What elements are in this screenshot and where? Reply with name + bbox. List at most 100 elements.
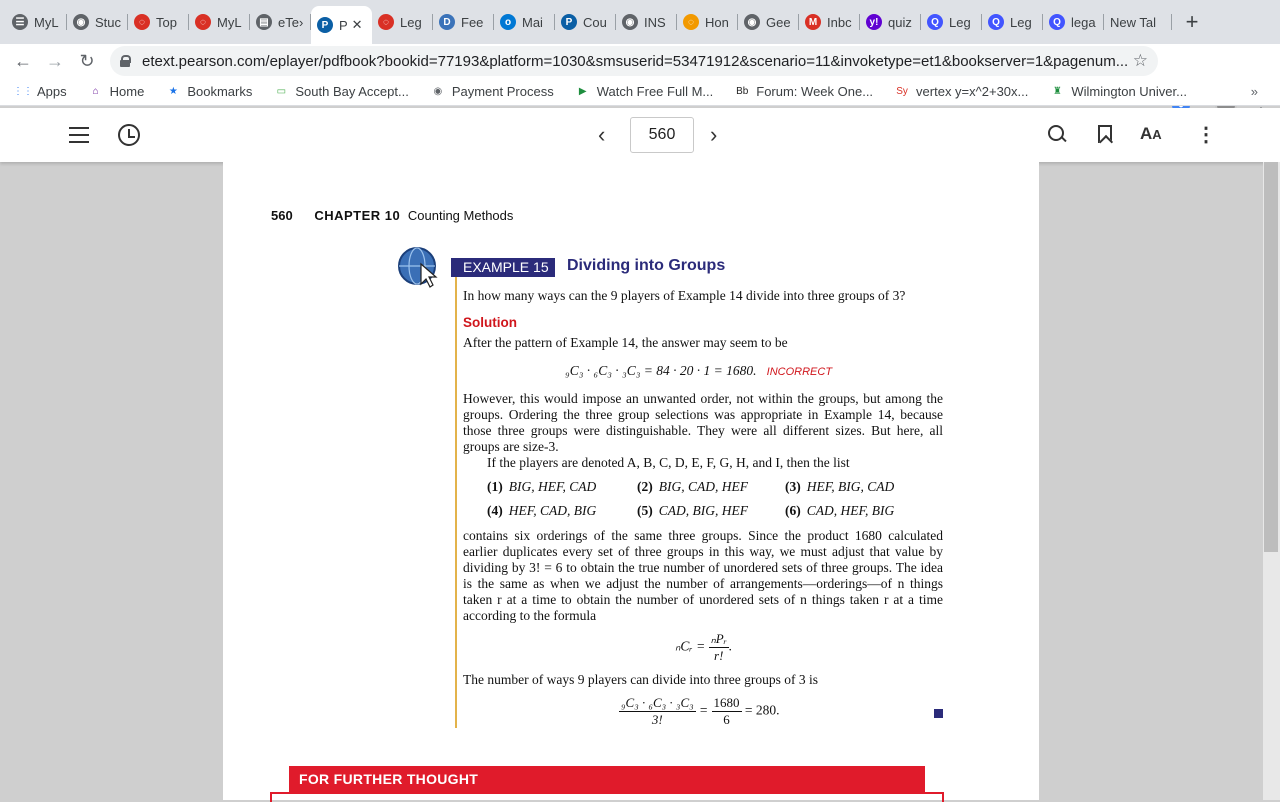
bookmark-item[interactable]: ▶ Watch Free Full M...	[576, 84, 713, 99]
bookmark-item[interactable]: ▭ South Bay Accept...	[274, 84, 409, 99]
final-fraction-right: 1680 6	[711, 695, 742, 728]
tab-title: eTe›	[278, 14, 304, 30]
gmail-icon: M	[805, 14, 821, 30]
paragraph-unwanted-order: However, this would impose an unwanted o…	[463, 391, 943, 454]
history-icon[interactable]	[118, 124, 140, 146]
ordering-item: (4) HEF, CAD, BIG	[487, 503, 596, 519]
browser-tab[interactable]: ◉ Gee	[738, 5, 799, 39]
globe-icon: ◉	[433, 86, 443, 97]
q-icon: Q	[988, 14, 1004, 30]
tab-title: Hon	[705, 14, 729, 30]
pearson-icon: P	[317, 17, 333, 33]
equation-incorrect: ₉C₃ · ₆C₃ · ₃C₃ = 84 · 20 · 1 = 1680. IN…	[565, 363, 832, 380]
address-bar[interactable]: etext.pearson.com/eplayer/pdfbook?bookid…	[110, 46, 1158, 76]
new-tab-button[interactable]: +	[1178, 8, 1206, 36]
ordering-text: HEF, CAD, BIG	[508, 503, 597, 518]
ordering-number: (2)	[637, 479, 653, 494]
further-thought-box	[270, 792, 944, 802]
ring-icon: ◌	[683, 14, 699, 30]
play-icon: ▶	[578, 86, 587, 97]
browser-tab[interactable]: M Inbc	[799, 5, 860, 39]
browser-tab[interactable]: o Mai	[494, 5, 555, 39]
ordering-text: BIG, CAD, HEF	[658, 479, 748, 494]
browser-tab[interactable]: Qlega	[1043, 5, 1104, 39]
browser-tab[interactable]: P P ✕	[311, 6, 372, 44]
navigation-bar: ← → ↻ etext.pearson.com/eplayer/pdfbook?…	[0, 44, 1280, 116]
browser-tab[interactable]: ◌ Top	[128, 5, 189, 39]
combination-formula: ₙCᵣ = ₙPᵣ r! .	[675, 631, 732, 664]
bookmark-icon[interactable]	[1098, 125, 1112, 143]
previous-page-button[interactable]: ‹	[598, 122, 605, 148]
tab-strip: ☰ MyL ◉ Stuc ◌ Top ◌ MyL ▤ eTe› P P ✕ ◌ Leg D Fee o Mai P Co…	[0, 0, 1280, 44]
page-number-input[interactable]: 560	[630, 117, 694, 153]
home-icon: ⌂	[92, 86, 99, 97]
question-text: In how many ways can the 9 players of Ex…	[463, 288, 906, 303]
bookmark-item[interactable]: ♜ Wilmington Univer...	[1050, 84, 1187, 99]
bookmark-label: vertex y=x^2+30x...	[916, 84, 1029, 99]
browser-tab[interactable]: y! quiz	[860, 5, 921, 39]
browser-tab[interactable]: P Cou	[555, 5, 616, 39]
hamburger-menu-icon[interactable]	[69, 127, 89, 143]
browser-tab[interactable]: Q Leg	[921, 5, 982, 39]
reload-icon[interactable]: ↻	[72, 46, 102, 76]
bookmark-star-icon[interactable]: ☆	[1133, 51, 1148, 71]
search-icon[interactable]	[1048, 125, 1066, 143]
final-result: = 280.	[744, 702, 780, 718]
bookmark-item[interactable]: ⋮⋮ Apps	[13, 84, 67, 99]
ordering-item: (2) BIG, CAD, HEF	[637, 479, 748, 495]
url-text[interactable]: etext.pearson.com/eplayer/pdfbook?bookid…	[142, 53, 1132, 70]
browser-tab[interactable]: ☰ MyL	[6, 5, 67, 39]
browser-tab[interactable]: ▤ eTe›	[250, 5, 311, 39]
browser-tab[interactable]: ◉ INS	[616, 5, 677, 39]
ordering-number: (6)	[785, 503, 801, 518]
tab-title: Gee	[766, 14, 791, 30]
browser-tab[interactable]: New Tal	[1104, 5, 1172, 39]
bookmark-item[interactable]: Sy vertex y=x^2+30x...	[895, 84, 1028, 99]
tab-close-icon[interactable]: ✕	[352, 17, 363, 33]
bookmarks-overflow-button[interactable]: »	[1251, 84, 1258, 99]
more-options-icon[interactable]: ⋮	[1196, 122, 1216, 147]
yahoo-icon: y!	[866, 14, 882, 30]
final-denominator-right: 6	[723, 712, 730, 727]
bookmark-item[interactable]: ◉ Payment Process	[431, 84, 553, 99]
bookmark-label: South Bay Accept...	[295, 84, 409, 99]
final-denominator-left: 3!	[651, 712, 663, 727]
scrollbar-thumb[interactable]	[1264, 162, 1278, 552]
ordering-number: (3)	[785, 479, 801, 494]
paragraph-players: If the players are denoted A, B, C, D, E…	[487, 455, 850, 470]
paragraph-orderings: contains six orderings of the same three…	[463, 528, 943, 623]
tab-title: P	[339, 17, 348, 33]
bookmark-item[interactable]: ★ Bookmarks	[166, 84, 253, 99]
browser-tab[interactable]: D Fee	[433, 5, 494, 39]
q-icon: Q	[927, 14, 943, 30]
page-number-label: 560	[271, 208, 293, 223]
example-label: EXAMPLE 15	[451, 258, 555, 277]
book-page: 560 CHAPTER 10 Counting Methods EXAMPLE …	[223, 162, 1039, 802]
browser-tab[interactable]: ◌ Hon	[677, 5, 738, 39]
forward-icon[interactable]: →	[40, 46, 70, 76]
back-icon[interactable]: ←	[8, 46, 38, 76]
browser-tab[interactable]: ◉ Stuc	[67, 5, 128, 39]
tab-title: Inbc	[827, 14, 852, 30]
further-thought-header: FOR FURTHER THOUGHT	[289, 766, 925, 792]
solution-intro: After the pattern of Example 14, the ans…	[463, 335, 788, 350]
ordering-item: (3) HEF, BIG, CAD	[785, 479, 894, 495]
tab-title: Leg	[1010, 14, 1032, 30]
apps-icon: ⋮⋮	[13, 86, 33, 97]
ordering-text: HEF, BIG, CAD	[806, 479, 895, 494]
outlook-icon: o	[500, 14, 516, 30]
incorrect-label: INCORRECT	[766, 366, 833, 378]
browser-tab[interactable]: ◌ MyL	[189, 5, 250, 39]
bookmark-item[interactable]: ⌂ Home	[89, 84, 145, 99]
font-size-icon[interactable]: AA	[1140, 124, 1162, 144]
final-fraction-left: ₉C₃ · ₆C₃ · ₃C₃ 3!	[619, 695, 696, 728]
equation-text: ₉C₃ · ₆C₃ · ₃C₃ = 84 · 20 · 1 = 1680.	[565, 363, 757, 378]
browser-tab[interactable]: Q Leg	[982, 5, 1043, 39]
next-page-button[interactable]: ›	[710, 122, 717, 148]
browser-tab[interactable]: ◌ Leg	[372, 5, 433, 39]
globe-icon: ◉	[622, 14, 638, 30]
chapter-title: Counting Methods	[407, 208, 514, 223]
tab-title: lega	[1071, 14, 1096, 30]
lock-icon	[120, 55, 131, 67]
bookmark-item[interactable]: Bb Forum: Week One...	[735, 84, 873, 99]
